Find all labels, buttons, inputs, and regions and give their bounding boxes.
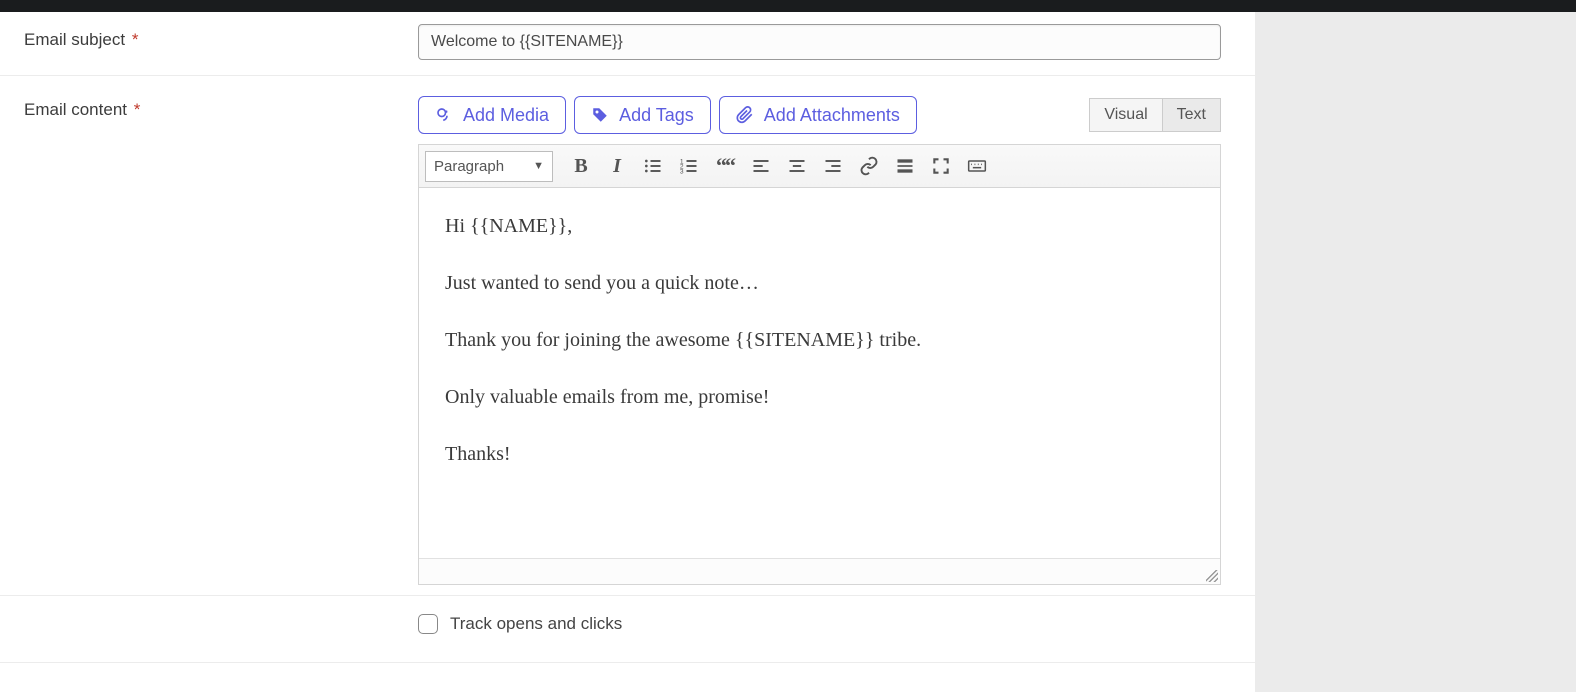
keyboard-icon [966, 156, 988, 176]
align-left-button[interactable] [743, 150, 779, 182]
blockquote-button[interactable]: ““ [707, 150, 743, 182]
bold-icon: B [574, 155, 587, 178]
editor-content[interactable]: Hi {{NAME}}, Just wanted to send you a q… [419, 188, 1220, 558]
align-right-button[interactable] [815, 150, 851, 182]
label-email-subject: Email subject * [0, 12, 390, 50]
row-track-opens: Track opens and clicks [0, 596, 1255, 663]
editor-status-bar [419, 558, 1220, 584]
email-subject-input[interactable] [418, 24, 1221, 60]
editor-paragraph: Just wanted to send you a quick note… [445, 269, 1194, 298]
editor-paragraph: Only valuable emails from me, promise! [445, 383, 1194, 412]
insert-link-button[interactable] [851, 150, 887, 182]
paperclip-icon [736, 106, 754, 124]
numbered-list-icon: 123 [679, 156, 699, 176]
quote-icon: ““ [716, 153, 734, 179]
align-center-button[interactable] [779, 150, 815, 182]
label-text: Email content [24, 100, 127, 119]
media-icon [435, 106, 453, 124]
insert-more-button[interactable] [887, 150, 923, 182]
format-selected: Paragraph [434, 158, 504, 175]
required-marker: * [134, 100, 141, 119]
bold-button[interactable]: B [563, 150, 599, 182]
required-marker: * [132, 30, 139, 49]
resize-handle[interactable] [1206, 570, 1218, 582]
numbered-list-button[interactable]: 123 [671, 150, 707, 182]
toolbar-toggle-button[interactable] [959, 150, 995, 182]
svg-text:3: 3 [680, 169, 684, 176]
italic-button[interactable]: I [599, 150, 635, 182]
tab-label: Visual [1104, 106, 1147, 124]
editor-paragraph: Thank you for joining the awesome {{SITE… [445, 326, 1194, 355]
editor-paragraph: Hi {{NAME}}, [445, 212, 1194, 241]
italic-icon: I [613, 155, 621, 178]
align-center-icon [787, 156, 807, 176]
row-email-subject: Email subject * [0, 12, 1255, 76]
tab-text[interactable]: Text [1163, 98, 1221, 132]
bulleted-list-button[interactable] [635, 150, 671, 182]
button-label: Add Media [463, 105, 549, 126]
top-bar [0, 0, 1576, 12]
button-label: Add Attachments [764, 105, 900, 126]
label-empty [0, 596, 390, 614]
fullscreen-button[interactable] [923, 150, 959, 182]
add-media-button[interactable]: Add Media [418, 96, 566, 134]
link-icon [859, 156, 879, 176]
format-dropdown[interactable]: Paragraph ▼ [425, 151, 553, 182]
form-panel: Email subject * Email content * Add Medi… [0, 12, 1255, 692]
add-attachments-button[interactable]: Add Attachments [719, 96, 917, 134]
button-label: Add Tags [619, 105, 694, 126]
align-left-icon [751, 156, 771, 176]
row-email-content: Email content * Add Media Add Tags [0, 76, 1255, 596]
read-more-icon [895, 156, 915, 176]
track-opens-checkbox[interactable] [418, 614, 438, 634]
insert-bar: Add Media Add Tags Add Attachments [418, 96, 1221, 134]
label-email-content: Email content * [0, 76, 390, 120]
chevron-down-icon: ▼ [533, 160, 544, 172]
editor-toolbar: Paragraph ▼ B I 123 ““ [419, 145, 1220, 188]
tag-icon [591, 106, 609, 124]
tab-label: Text [1177, 106, 1206, 124]
label-text: Email subject [24, 30, 125, 49]
editor-mode-tabs: Visual Text [1089, 98, 1221, 132]
editor-paragraph: Thanks! [445, 440, 1194, 469]
rich-text-editor: Paragraph ▼ B I 123 ““ [418, 144, 1221, 585]
tab-visual[interactable]: Visual [1089, 98, 1162, 132]
align-right-icon [823, 156, 843, 176]
bulleted-list-icon [643, 156, 663, 176]
fullscreen-icon [931, 156, 951, 176]
add-tags-button[interactable]: Add Tags [574, 96, 711, 134]
track-opens-label: Track opens and clicks [450, 614, 622, 634]
